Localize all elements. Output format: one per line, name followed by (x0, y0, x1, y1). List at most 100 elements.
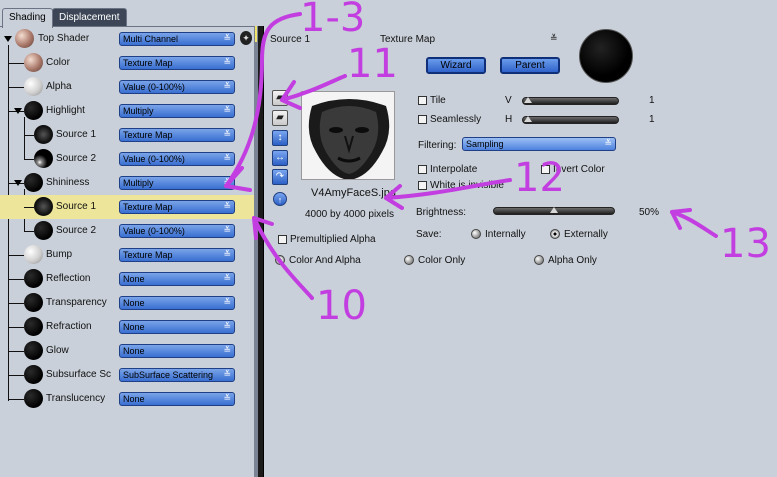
rotate-icon[interactable]: ↷ (272, 169, 288, 185)
chevron-down-icon: ≚ (223, 153, 231, 163)
tree-row-combo[interactable]: None ≚ (119, 320, 235, 334)
chevron-down-icon: ≚ (604, 138, 612, 148)
wizard-button[interactable]: Wizard (426, 57, 486, 74)
tree-row-label: Source 1 (56, 201, 97, 212)
tree-row[interactable]: Refraction None ≚ (0, 315, 254, 339)
h-tile-slider[interactable] (522, 116, 619, 124)
tree-row-label: Glow (46, 345, 69, 356)
tree-row-combo[interactable]: Multiply ≚ (119, 176, 235, 190)
tab-shading-label: Shading (9, 12, 46, 23)
tree-row-combo[interactable]: None ≚ (119, 272, 235, 286)
color-only-radio[interactable] (404, 255, 414, 265)
v-tile-slider[interactable] (522, 97, 619, 105)
tree-row-label: Alpha (46, 81, 72, 92)
tree-row[interactable]: Glow None ≚ (0, 339, 254, 363)
tree-connector-line (8, 399, 24, 400)
tree-row-combo[interactable]: Value (0-100%) ≚ (119, 152, 235, 166)
v-tile-slider-thumb[interactable] (524, 97, 532, 103)
tree-row-combo-value: None (123, 394, 145, 404)
white-invisible-checkbox[interactable] (418, 181, 427, 190)
save-label: Save: (416, 229, 442, 240)
tree-row-combo-value: Texture Map (123, 202, 173, 212)
tree-row[interactable]: Source 1 Texture Map ≚ (0, 123, 254, 147)
texture-thumbnail[interactable] (301, 91, 395, 180)
channel-thumbnail (34, 197, 53, 216)
tab-shading[interactable]: Shading (2, 8, 53, 28)
h-tile-slider-thumb[interactable] (524, 116, 532, 122)
flip-vertical-icon[interactable]: ↕ (272, 130, 288, 146)
externally-radio[interactable] (550, 229, 560, 239)
top-shader-combo[interactable]: Multi Channel ≚ (119, 32, 235, 46)
interpolate-label: Interpolate (430, 164, 478, 175)
parent-button[interactable]: Parent (500, 57, 560, 74)
color-and-alpha-radio[interactable] (275, 255, 285, 265)
chevron-down-icon: ≚ (223, 273, 231, 283)
arrow-up-icon[interactable]: ↑ (273, 192, 287, 206)
tree-row[interactable]: Source 2 Value (0-100%) ≚ (0, 147, 254, 171)
collapse-triangle-icon[interactable] (14, 180, 22, 186)
tree-row-label: Source 2 (56, 225, 97, 236)
tree-row-combo-value: None (123, 274, 145, 284)
tree-row[interactable]: Source 1 Texture Map ≚ (0, 195, 254, 219)
open-file-alt-icon[interactable]: ▰ (272, 110, 288, 126)
material-preview-sphere (579, 29, 633, 83)
top-shader-thumbnail (15, 29, 34, 48)
tree-row[interactable]: Reflection None ≚ (0, 267, 254, 291)
tree-row-combo-value: None (123, 298, 145, 308)
tile-checkbox[interactable] (418, 96, 427, 105)
tree-row[interactable]: Color Texture Map ≚ (0, 51, 254, 75)
tab-displacement[interactable]: Displacement (52, 8, 127, 27)
tree-row-combo[interactable]: None ≚ (119, 344, 235, 358)
tree-connector-line (8, 87, 24, 88)
chevron-down-icon: ≚ (223, 393, 231, 403)
trash-icon[interactable]: ✦ (240, 31, 252, 45)
tree-row-label: Color (46, 57, 70, 68)
collapse-triangle-icon[interactable] (14, 108, 22, 114)
tree-row[interactable]: Alpha Value (0-100%) ≚ (0, 75, 254, 99)
tree-row-combo-value: Multiply (123, 106, 154, 116)
collapse-triangle-icon[interactable] (4, 36, 12, 42)
internally-label: Internally (485, 229, 526, 240)
tree-row-combo-value: None (123, 346, 145, 356)
tree-row-combo[interactable]: Value (0-100%) ≚ (119, 80, 235, 94)
chevron-down-icon: ≚ (223, 225, 231, 235)
tree-row[interactable]: Subsurface Sc SubSurface Scattering ≚ (0, 363, 254, 387)
alpha-only-radio[interactable] (534, 255, 544, 265)
tree-row-top-shader[interactable]: Top Shader Multi Channel ≚ ✦ (0, 27, 254, 51)
tree-connector-line (24, 135, 34, 136)
tree-row-combo[interactable]: None ≚ (119, 296, 235, 310)
tree-row-combo[interactable]: Texture Map ≚ (119, 248, 235, 262)
open-file-icon[interactable]: ▰ (272, 90, 288, 106)
tree-row[interactable]: Highlight Multiply ≚ (0, 99, 254, 123)
tree-row[interactable]: Source 2 Value (0-100%) ≚ (0, 219, 254, 243)
internally-radio[interactable] (471, 229, 481, 239)
mode-chevron-icon[interactable]: ≚ (550, 33, 558, 44)
seamlessly-checkbox[interactable] (418, 115, 427, 124)
chevron-down-icon: ≚ (223, 369, 231, 379)
tree-row-combo[interactable]: Texture Map ≚ (119, 128, 235, 142)
chevron-down-icon: ≚ (223, 201, 231, 211)
tree-row[interactable]: Bump Texture Map ≚ (0, 243, 254, 267)
flip-horizontal-icon[interactable]: ↔ (272, 150, 288, 166)
channel-thumbnail (24, 101, 43, 120)
tree-row-combo[interactable]: SubSurface Scattering ≚ (119, 368, 235, 382)
brightness-slider-thumb[interactable] (550, 207, 558, 213)
v-label: V (505, 95, 512, 106)
tree-row-combo[interactable]: Value (0-100%) ≚ (119, 224, 235, 238)
tree-row[interactable]: Translucency None ≚ (0, 387, 254, 411)
filtering-combo[interactable]: Sampling ≚ (462, 137, 616, 151)
chevron-down-icon: ≚ (223, 129, 231, 139)
tree-row-combo[interactable]: Texture Map ≚ (119, 200, 235, 214)
tree-row-combo-value: Value (0-100%) (123, 154, 185, 164)
chevron-down-icon: ≚ (223, 177, 231, 187)
interpolate-checkbox[interactable] (418, 165, 427, 174)
premultiplied-alpha-checkbox[interactable] (278, 235, 287, 244)
tree-row-combo[interactable]: Multiply ≚ (119, 104, 235, 118)
filtering-label: Filtering: (418, 140, 457, 151)
tree-row[interactable]: Transparency None ≚ (0, 291, 254, 315)
tree-row[interactable]: Shininess Multiply ≚ (0, 171, 254, 195)
tree-row-combo[interactable]: None ≚ (119, 392, 235, 406)
tree-row-combo[interactable]: Texture Map ≚ (119, 56, 235, 70)
tree-row-combo-value: Value (0-100%) (123, 226, 185, 236)
top-shader-combo-value: Multi Channel (123, 34, 179, 44)
